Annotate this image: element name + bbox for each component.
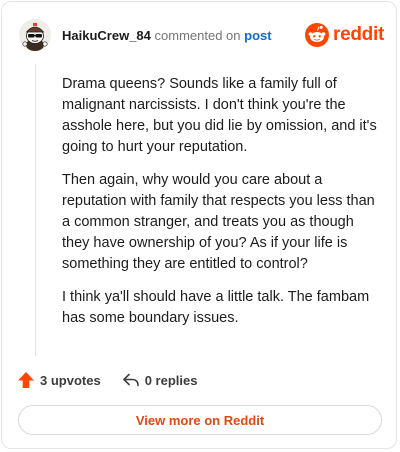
comment-actions: 3 upvotes 0 replies	[16, 368, 197, 392]
commented-on-text: commented on	[154, 28, 241, 43]
upvote-button[interactable]: 3 upvotes	[16, 370, 101, 390]
avatar-icon	[19, 19, 51, 51]
comment-paragraph: I think ya'll should have a little talk.…	[62, 289, 370, 326]
comment-author[interactable]: HaikuCrew_84	[62, 28, 151, 43]
comment-body: Drama queens? Sounds like a family full …	[62, 74, 380, 341]
comment-paragraph: Then again, why would you care about a r…	[62, 172, 375, 272]
reply-arrow-icon	[121, 370, 141, 390]
thread-line	[35, 64, 36, 356]
comment-meta: HaikuCrew_84 commented on post	[62, 28, 272, 44]
upvote-count: 3 upvotes	[40, 372, 101, 388]
comment-embed-card: HaikuCrew_84 commented on post reddit Dr…	[1, 1, 397, 449]
comment-header: HaikuCrew_84 commented on post reddit	[2, 2, 396, 66]
upvote-arrow-icon	[16, 370, 36, 390]
user-avatar[interactable]	[18, 18, 52, 52]
post-link[interactable]: post	[244, 28, 271, 43]
reddit-logo-icon	[305, 23, 330, 47]
view-more-on-reddit-button[interactable]: View more on Reddit	[18, 405, 382, 435]
reddit-brand[interactable]: reddit	[305, 22, 384, 48]
reddit-wordmark: reddit	[333, 24, 384, 45]
reply-count: 0 replies	[144, 372, 198, 388]
comment-paragraph: Drama queens? Sounds like a family full …	[62, 76, 377, 155]
replies-button[interactable]: 0 replies	[121, 370, 198, 390]
